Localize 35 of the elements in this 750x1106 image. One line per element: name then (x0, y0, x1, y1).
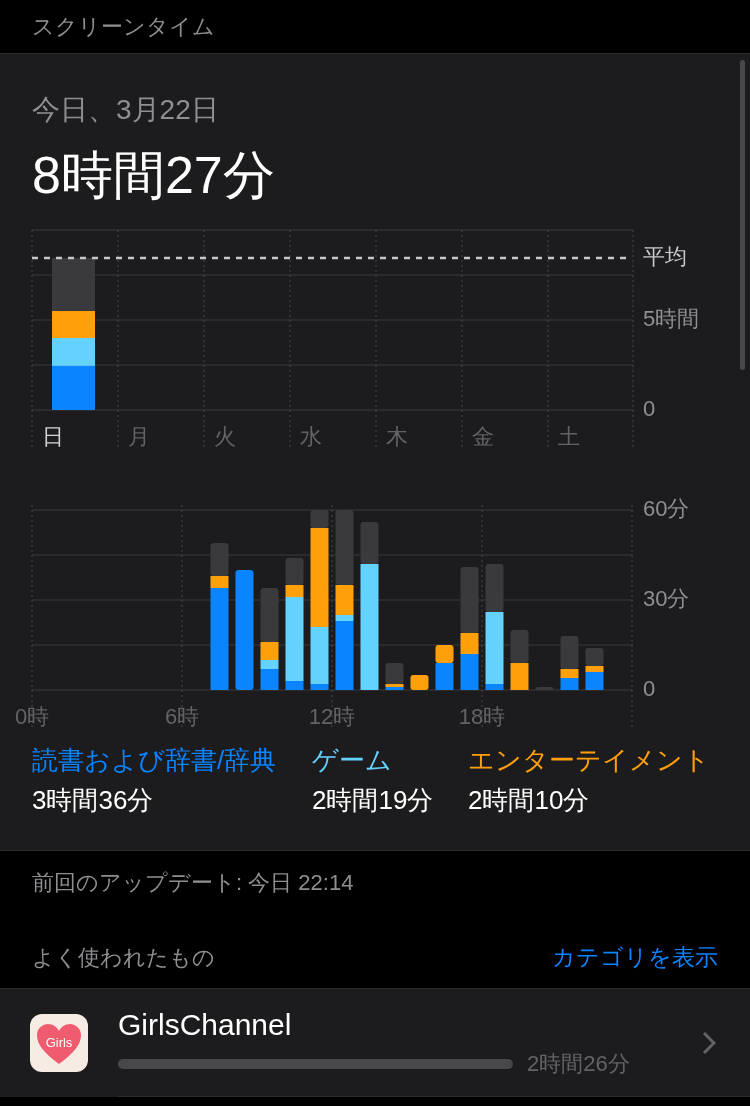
heart-icon (35, 1022, 83, 1066)
header-title: スクリーンタイム (32, 13, 215, 41)
date-label: 今日、3月22日 (32, 93, 219, 127)
app-icon-text: Girls (45, 1034, 73, 1053)
category-time: 2時間10分 (468, 784, 591, 817)
axis-label: 0 (643, 395, 656, 421)
chevron-right-icon (702, 1031, 716, 1055)
day-label: 火 (214, 423, 236, 449)
category-time: 2時間19分 (312, 784, 435, 817)
day-label: 金 (472, 423, 494, 449)
axis-label: 60分 (643, 495, 690, 521)
axis-label: 30分 (643, 585, 690, 611)
hour-label: 18時 (458, 703, 506, 729)
show-categories-link[interactable]: カテゴリを表示 (552, 939, 718, 974)
category-label: 読書および辞書/辞典 (32, 744, 278, 777)
axis-label: 0 (643, 675, 656, 701)
day-label: 日 (42, 423, 64, 449)
day-label: 木 (386, 423, 408, 449)
hour-label: 6時 (164, 703, 200, 729)
category-label: ゲーム (312, 744, 393, 777)
app-name: GirlsChannel (118, 1007, 292, 1043)
day-label: 土 (558, 423, 580, 449)
category-label: エンターテイメント (468, 744, 711, 777)
usage-time: 2時間26分 (527, 1050, 630, 1078)
day-label: 月 (128, 423, 150, 449)
hour-label: 0時 (14, 703, 50, 729)
last-update-text: 前回のアップデート: 今日 22:14 (32, 869, 354, 897)
section-title: よく使われたもの (32, 944, 215, 972)
hour-label: 12時 (308, 703, 356, 729)
average-label: 平均 (643, 243, 687, 269)
total-time: 8時間27分 (32, 145, 275, 206)
day-label: 水 (300, 423, 322, 449)
category-time: 3時間36分 (32, 784, 155, 817)
axis-label: 5時間 (643, 305, 700, 331)
app-row[interactable]: Girls GirlsChannel 2時間26分 (0, 989, 750, 1097)
